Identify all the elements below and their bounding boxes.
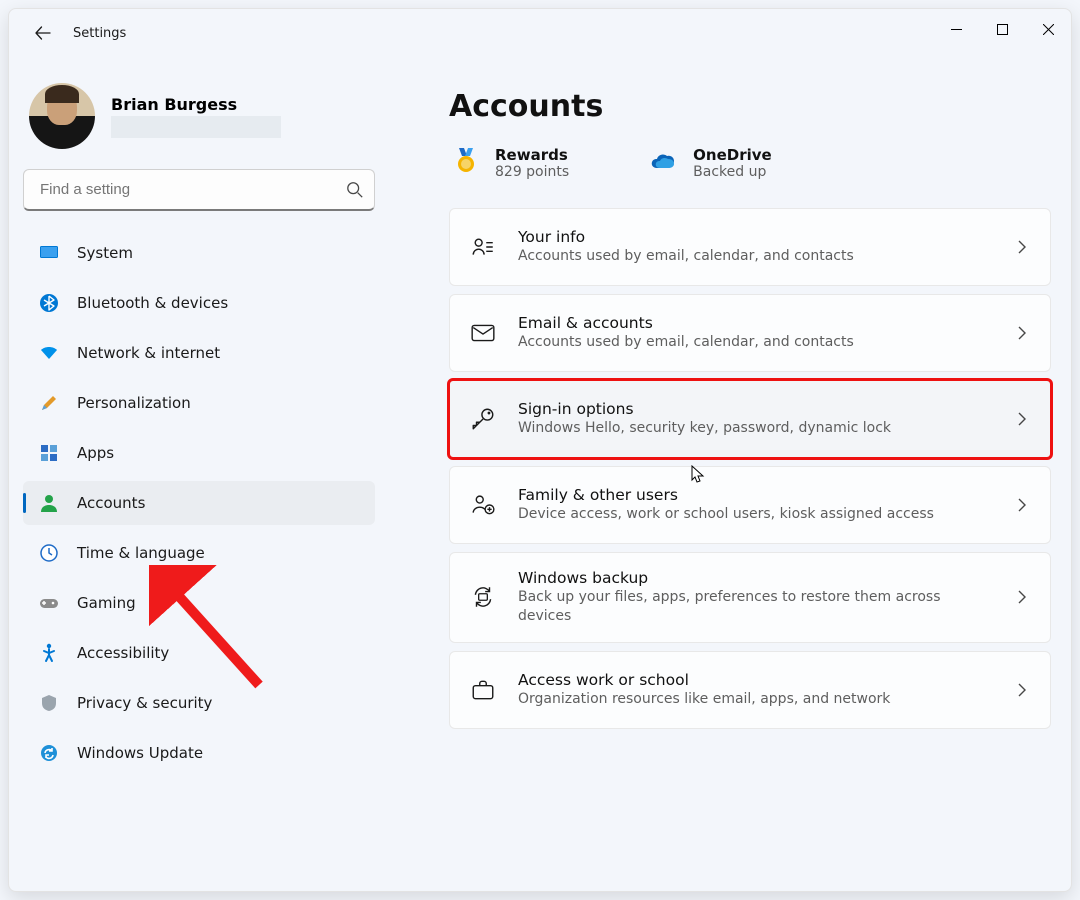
update-icon <box>39 743 59 763</box>
sidebar-item-privacy[interactable]: Privacy & security <box>23 681 375 725</box>
titlebar: Settings <box>9 9 1071 57</box>
shield-icon <box>39 693 59 713</box>
tile-sub: Backed up <box>693 164 772 180</box>
card-windows-backup[interactable]: Windows backup Back up your files, apps,… <box>449 552 1051 643</box>
your-info-icon <box>470 234 496 260</box>
card-title: Family & other users <box>518 486 992 504</box>
chevron-right-icon <box>1014 682 1030 698</box>
card-title: Access work or school <box>518 671 992 689</box>
card-title: Your info <box>518 228 992 246</box>
profile-block[interactable]: Brian Burgess <box>29 83 375 149</box>
sidebar-item-bluetooth[interactable]: Bluetooth & devices <box>23 281 375 325</box>
main-panel: Accounts Rewards 829 points OneDrive Bac… <box>389 57 1071 891</box>
paintbrush-icon <box>39 393 59 413</box>
sidebar-item-label: Personalization <box>77 394 191 412</box>
tile-rewards[interactable]: Rewards 829 points <box>451 146 569 180</box>
search-input[interactable] <box>38 180 346 199</box>
minimize-icon <box>951 24 962 35</box>
sidebar-item-personalization[interactable]: Personalization <box>23 381 375 425</box>
key-icon <box>470 406 496 432</box>
maximize-icon <box>997 24 1008 35</box>
chevron-right-icon <box>1014 325 1030 341</box>
top-tiles: Rewards 829 points OneDrive Backed up <box>451 146 1051 180</box>
card-title: Sign-in options <box>518 400 992 418</box>
profile-name: Brian Burgess <box>111 95 281 114</box>
gamepad-icon <box>39 593 59 613</box>
card-title: Email & accounts <box>518 314 992 332</box>
family-icon <box>470 492 496 518</box>
chevron-right-icon <box>1014 589 1030 605</box>
sidebar-item-label: Gaming <box>77 594 136 612</box>
onedrive-cloud-icon <box>649 146 679 176</box>
app-title: Settings <box>73 26 126 41</box>
card-your-info[interactable]: Your info Accounts used by email, calend… <box>449 208 1051 286</box>
close-button[interactable] <box>1025 9 1071 49</box>
avatar <box>29 83 95 149</box>
card-sub: Accounts used by email, calendar, and co… <box>518 247 992 266</box>
wifi-icon <box>39 343 59 363</box>
sidebar-item-label: Accounts <box>77 494 145 512</box>
sidebar-item-label: Windows Update <box>77 744 203 762</box>
search-icon <box>346 181 364 199</box>
sidebar-item-label: Bluetooth & devices <box>77 294 228 312</box>
sidebar-item-label: System <box>77 244 133 262</box>
sidebar-item-accessibility[interactable]: Accessibility <box>23 631 375 675</box>
apps-icon <box>39 443 59 463</box>
content-area: Brian Burgess System Bluetooth & devices <box>9 57 1071 891</box>
bluetooth-icon <box>39 293 59 313</box>
sidebar-item-system[interactable]: System <box>23 231 375 275</box>
settings-window: Settings Brian Burgess <box>8 8 1072 892</box>
cards-list: Your info Accounts used by email, calend… <box>449 208 1051 729</box>
sidebar-item-label: Accessibility <box>77 644 169 662</box>
tile-sub: 829 points <box>495 164 569 180</box>
minimize-button[interactable] <box>933 9 979 49</box>
card-sub: Device access, work or school users, kio… <box>518 505 992 524</box>
card-sub: Organization resources like email, apps,… <box>518 690 992 709</box>
system-icon <box>39 243 59 263</box>
clock-globe-icon <box>39 543 59 563</box>
profile-email-redacted <box>111 116 281 138</box>
backup-icon <box>470 584 496 610</box>
sidebar: Brian Burgess System Bluetooth & devices <box>9 57 389 891</box>
sidebar-item-label: Apps <box>77 444 114 462</box>
nav-list: System Bluetooth & devices Network & int… <box>23 231 375 775</box>
sidebar-item-time[interactable]: Time & language <box>23 531 375 575</box>
card-sub: Windows Hello, security key, password, d… <box>518 419 992 438</box>
back-arrow-icon <box>35 25 51 41</box>
chevron-right-icon <box>1014 239 1030 255</box>
card-email-accounts[interactable]: Email & accounts Accounts used by email,… <box>449 294 1051 372</box>
page-title: Accounts <box>449 89 1051 124</box>
sidebar-item-accounts[interactable]: Accounts <box>23 481 375 525</box>
person-icon <box>39 493 59 513</box>
close-icon <box>1043 24 1054 35</box>
rewards-medal-icon <box>451 146 481 176</box>
briefcase-icon <box>470 677 496 703</box>
accessibility-icon <box>39 643 59 663</box>
email-icon <box>470 320 496 346</box>
back-button[interactable] <box>23 13 63 53</box>
card-family-users[interactable]: Family & other users Device access, work… <box>449 466 1051 544</box>
chevron-right-icon <box>1014 497 1030 513</box>
card-sub: Back up your files, apps, preferences to… <box>518 588 992 626</box>
card-sub: Accounts used by email, calendar, and co… <box>518 333 992 352</box>
sidebar-item-gaming[interactable]: Gaming <box>23 581 375 625</box>
card-signin-options[interactable]: Sign-in options Windows Hello, security … <box>449 380 1051 458</box>
card-title: Windows backup <box>518 569 992 587</box>
sidebar-item-label: Privacy & security <box>77 694 212 712</box>
sidebar-item-apps[interactable]: Apps <box>23 431 375 475</box>
tile-onedrive[interactable]: OneDrive Backed up <box>649 146 772 180</box>
sidebar-item-label: Time & language <box>77 544 205 562</box>
sidebar-item-label: Network & internet <box>77 344 220 362</box>
card-work-school[interactable]: Access work or school Organization resou… <box>449 651 1051 729</box>
search-box[interactable] <box>23 169 375 211</box>
maximize-button[interactable] <box>979 9 1025 49</box>
tile-label: Rewards <box>495 146 569 164</box>
sidebar-item-update[interactable]: Windows Update <box>23 731 375 775</box>
sidebar-item-network[interactable]: Network & internet <box>23 331 375 375</box>
chevron-right-icon <box>1014 411 1030 427</box>
tile-label: OneDrive <box>693 146 772 164</box>
window-controls <box>933 9 1071 49</box>
